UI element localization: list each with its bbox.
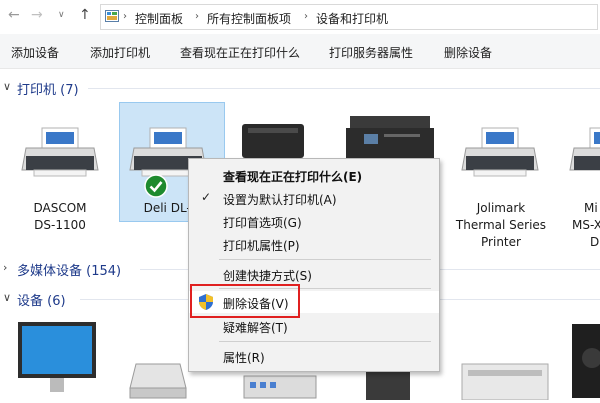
checkmark-icon: ✓ — [201, 190, 212, 204]
menu-item-printing-preferences[interactable]: 打印首选项(G) — [189, 210, 439, 232]
address-bar: ← → ∨ ↑ › 控制面板 › 所有控制面板项 › 设备和打印机 — [0, 0, 600, 34]
device-network[interactable] — [240, 370, 320, 400]
breadcrumb-devices-printers[interactable]: 设备和打印机 — [316, 10, 388, 27]
menu-item-label: 属性(R) — [223, 351, 265, 365]
menu-item-label: 查看现在正在打印什么(E) — [223, 170, 363, 184]
monitor-icon — [18, 322, 96, 392]
menu-item-label: 打印首选项(G) — [223, 216, 302, 230]
printer-name: Mi MS-X D — [572, 200, 600, 248]
printer-icon — [21, 127, 99, 177]
menu-item-troubleshoot[interactable]: 疑难解答(T) — [189, 315, 439, 337]
printers-group-title: 打印机 (7) — [17, 83, 79, 98]
command-toolbar: 添加设备 添加打印机 查看现在正在打印什么 打印服务器属性 删除设备 — [0, 34, 600, 69]
menu-item-label: 疑难解答(T) — [223, 321, 288, 335]
menu-item-create-shortcut[interactable]: 创建快捷方式(S) — [189, 263, 439, 285]
menu-item-properties[interactable]: 属性(R) — [189, 345, 439, 367]
back-arrow-icon[interactable]: ← — [8, 7, 20, 23]
device-monitor[interactable] — [14, 320, 100, 400]
menu-item-set-default[interactable]: ✓ 设置为默认打印机(A) — [189, 187, 439, 209]
printer-name-line: Thermal Series — [455, 218, 547, 232]
menu-item-label: 打印机属性(P) — [223, 239, 300, 253]
device-speaker[interactable] — [458, 360, 552, 401]
device-drive[interactable] — [128, 360, 188, 400]
collapse-chevron-icon[interactable]: ∨ — [3, 291, 11, 304]
menu-item-see-printing[interactable]: 查看现在正在打印什么(E) — [189, 164, 439, 186]
subwoofer-icon — [572, 324, 600, 398]
menu-separator — [219, 259, 431, 260]
speaker-icon — [461, 363, 549, 401]
breadcrumb[interactable]: › 控制面板 › 所有控制面板项 › 设备和打印机 — [100, 4, 598, 30]
forward-arrow-icon[interactable]: → — [31, 7, 43, 23]
printer-icon — [569, 127, 600, 171]
drive-icon — [129, 363, 187, 399]
printer-hidden-4[interactable] — [344, 112, 438, 158]
context-menu: 查看现在正在打印什么(E) ✓ 设置为默认打印机(A) 打印首选项(G) 打印机… — [188, 158, 440, 372]
printer-name-line: DS-1100 — [34, 218, 86, 232]
printer-name-line: Jolimark — [476, 201, 526, 215]
breadcrumb-all-items[interactable]: 所有控制面板项 — [207, 10, 291, 27]
printer-name-line: Mi — [584, 201, 598, 215]
menu-item-label: 设置为默认打印机(A) — [223, 193, 337, 207]
printer-icon — [346, 116, 434, 158]
printer-mi[interactable]: Mi MS-X D — [562, 118, 600, 248]
multimedia-group-title: 多媒体设备 (154) — [17, 264, 122, 279]
printer-icon — [461, 127, 539, 177]
breadcrumb-separator-icon: › — [195, 11, 199, 22]
default-printer-check-icon — [144, 174, 168, 198]
printer-hidden-3[interactable] — [238, 118, 308, 158]
up-arrow-icon[interactable]: ↑ — [79, 7, 91, 23]
breadcrumb-separator-icon: › — [304, 11, 308, 22]
menu-item-label: 创建快捷方式(S) — [223, 269, 312, 283]
print-server-properties-button[interactable]: 打印服务器属性 — [329, 44, 413, 61]
add-printer-button[interactable]: 添加打印机 — [90, 44, 150, 61]
printer-jolimark[interactable]: Jolimark Thermal Series Printer — [450, 118, 560, 249]
printers-group-header[interactable]: ∨ 打印机 (7) — [0, 78, 600, 98]
printer-name-line: D — [590, 235, 600, 248]
printer-name-line: Printer — [481, 235, 521, 249]
add-device-button[interactable]: 添加设备 — [11, 44, 59, 61]
printer-dascom[interactable]: DASCOM DS-1100 — [0, 118, 120, 238]
menu-separator — [219, 341, 431, 342]
expand-chevron-icon[interactable]: › — [3, 261, 7, 274]
see-whats-printing-button[interactable]: 查看现在正在打印什么 — [180, 44, 300, 61]
printer-name-line: MS-X — [572, 218, 600, 232]
breadcrumb-control-panel[interactable]: 控制面板 — [135, 10, 183, 27]
printer-name: Jolimark Thermal Series Printer — [446, 200, 556, 251]
printer-name: DASCOM DS-1100 — [5, 200, 115, 234]
highlight-annotation-box — [190, 284, 300, 318]
collapse-chevron-icon[interactable]: ∨ — [3, 80, 11, 93]
breadcrumb-separator-icon: › — [123, 11, 127, 22]
menu-item-printer-properties[interactable]: 打印机属性(P) — [189, 233, 439, 255]
devices-group-title: 设备 (6) — [17, 294, 66, 309]
recent-locations-chevron-icon[interactable]: ∨ — [58, 10, 65, 20]
group-divider — [88, 88, 600, 89]
device-subwoofer[interactable] — [570, 322, 600, 400]
printer-name-line: DASCOM — [33, 201, 87, 215]
remove-device-button[interactable]: 删除设备 — [444, 44, 492, 61]
control-panel-icon — [105, 10, 119, 22]
printer-icon — [242, 124, 304, 158]
network-device-icon — [243, 375, 317, 399]
